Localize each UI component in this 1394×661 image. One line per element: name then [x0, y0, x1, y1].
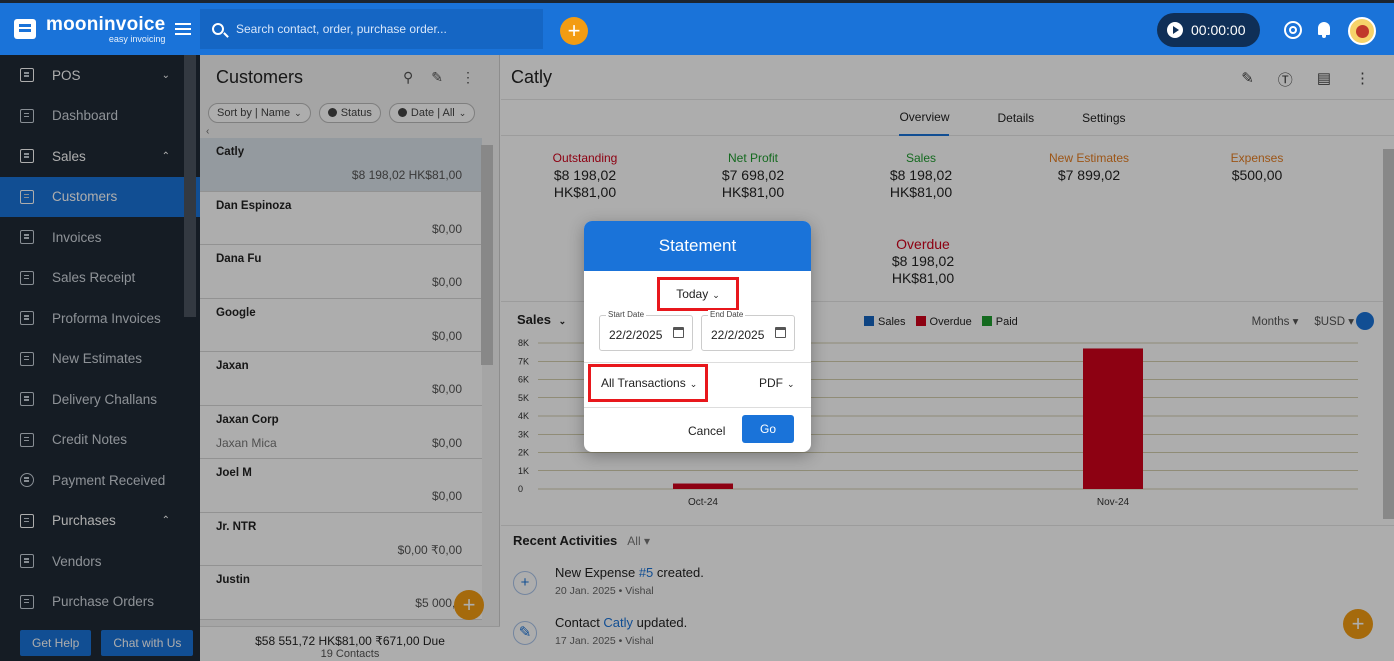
top-bar: mooninvoice easy invoicing + 00:00:00 [0, 0, 1394, 55]
start-date-field[interactable]: Start Date 22/2/2025 [599, 310, 693, 351]
search-input[interactable] [236, 22, 526, 36]
format-select[interactable]: PDF ⌄ [759, 376, 795, 390]
divider [584, 407, 811, 408]
app-name: mooninvoice [46, 13, 166, 35]
invoice-logo-icon [14, 19, 36, 39]
cancel-button[interactable]: Cancel [688, 424, 725, 438]
start-date-value: 22/2/2025 [609, 328, 663, 342]
transactions-select[interactable]: All Transactions ⌄ [588, 364, 708, 402]
search-box[interactable] [200, 9, 543, 49]
app-tagline: easy invoicing [108, 33, 166, 44]
app-logo[interactable]: mooninvoice easy invoicing [0, 15, 200, 44]
search-icon [212, 23, 224, 35]
avatar[interactable] [1348, 17, 1376, 45]
play-icon [1167, 22, 1183, 38]
start-date-label: Start Date [606, 310, 647, 319]
hamburger-menu-icon[interactable] [175, 23, 192, 35]
timer-value: 00:00:00 [1191, 22, 1246, 38]
timer-button[interactable]: 00:00:00 [1157, 13, 1260, 47]
gear-icon[interactable] [1284, 21, 1302, 39]
statement-dialog: Statement Today ⌄ Start Date 22/2/2025 En… [584, 221, 811, 452]
end-date-value: 22/2/2025 [711, 328, 765, 342]
divider [584, 362, 811, 363]
calendar-icon[interactable] [673, 327, 684, 338]
period-select[interactable]: Today ⌄ [657, 277, 739, 311]
dialog-title: Statement [584, 221, 811, 271]
end-date-label: End Date [708, 310, 746, 319]
bell-icon[interactable] [1318, 22, 1330, 38]
quick-add-button[interactable]: + [560, 17, 588, 45]
go-button[interactable]: Go [742, 415, 794, 443]
end-date-field[interactable]: End Date 22/2/2025 [701, 310, 795, 351]
calendar-icon[interactable] [775, 327, 786, 338]
